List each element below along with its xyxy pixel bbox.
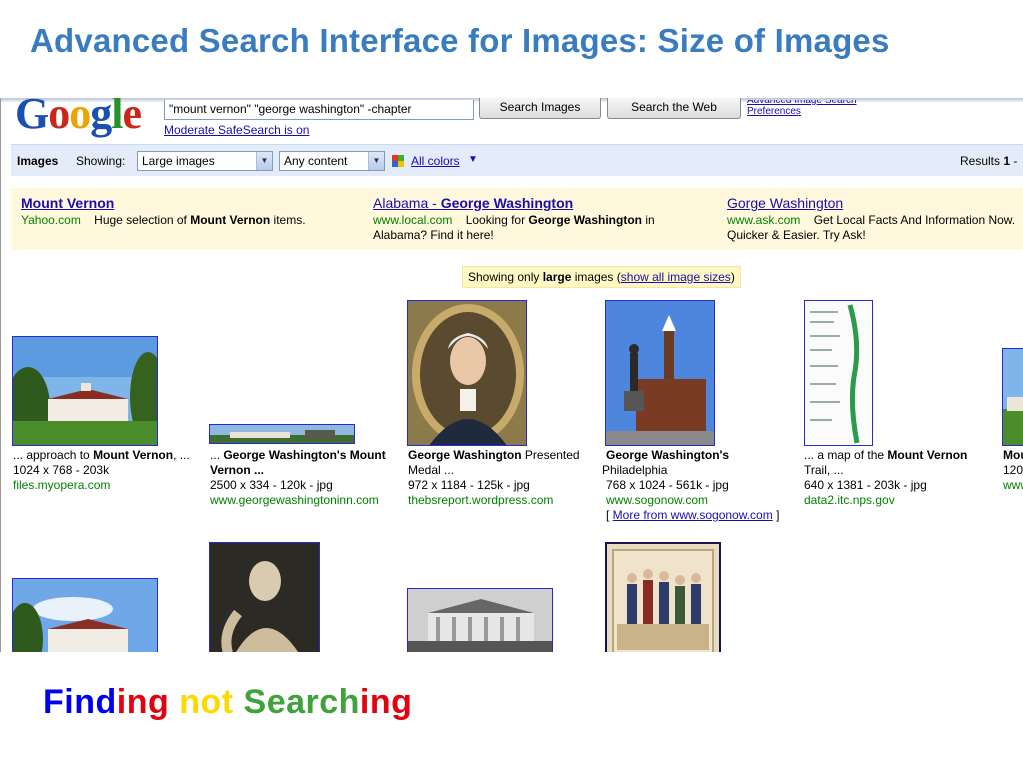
sponsored-links: Mount Vernon Yahoo.com Huge selection of… — [11, 188, 1023, 250]
show-all-sizes-link[interactable]: show all image sizes — [621, 270, 731, 284]
google-logo[interactable]: Google — [15, 98, 142, 136]
all-colors-link[interactable]: All colors — [411, 154, 460, 168]
more-from-site-link[interactable]: More from www.sogonow.com — [613, 508, 773, 522]
result-meta: 1024 x 768 - 203k — [13, 463, 110, 477]
result-caption: ... a map of the Mount Vernon Trail, ...… — [804, 448, 996, 508]
search-input[interactable]: "mount vernon" "george washington" -chap… — [164, 100, 474, 120]
result-thumbnail[interactable] — [804, 300, 873, 446]
result-title[interactable]: George Washington Presented Medal ... — [408, 448, 600, 478]
content-type-value: Any content — [284, 154, 348, 168]
color-palette-icon — [392, 155, 404, 167]
result-title[interactable]: ... George Washington's Mount Vernon ... — [210, 448, 402, 478]
header-links: Advanced Image Search Preferences — [747, 100, 857, 117]
ad-title-link[interactable]: Mount Vernon — [21, 196, 361, 211]
ad-title-link[interactable]: Gorge Washington — [727, 196, 1023, 211]
result-thumbnail[interactable] — [407, 588, 553, 652]
image-size-value: Large images — [142, 154, 215, 168]
result-thumbnail[interactable] — [209, 424, 355, 444]
preferences-link[interactable]: Preferences — [747, 106, 801, 117]
result-thumbnail[interactable] — [605, 542, 721, 652]
result-subtitle: Philadelphia — [602, 463, 668, 477]
result-url: thebsreport.wordpress.com — [408, 493, 554, 507]
result-caption: George Washington Presented Medal ... 97… — [408, 448, 600, 508]
result-url: www.sogonow.com — [606, 493, 709, 507]
result-thumbnail[interactable] — [12, 336, 158, 446]
results-count: Results 1 - — [960, 154, 1018, 168]
search-web-button[interactable]: Search the Web — [607, 98, 741, 119]
ad-url: www.ask.com — [727, 213, 801, 227]
image-size-select[interactable]: Large images ▼ — [137, 151, 273, 171]
result-caption: ... George Washington's Mount Vernon ...… — [210, 448, 402, 508]
result-url: files.myopera.com — [13, 478, 111, 492]
result-thumbnail[interactable] — [1002, 348, 1023, 446]
ad-url: Yahoo.com — [21, 213, 81, 227]
result-meta: 640 x 1381 - 203k - jpg — [804, 478, 927, 492]
dropdown-triangle-icon[interactable]: ▼ — [468, 154, 478, 165]
result-thumbnail[interactable] — [12, 578, 158, 652]
ad-mount-vernon: Mount Vernon Yahoo.com Huge selection of… — [21, 196, 361, 228]
result-thumbnail[interactable] — [605, 300, 715, 446]
result-thumbnail[interactable] — [407, 300, 527, 446]
ad-url: www.local.com — [373, 213, 453, 227]
safesearch-status: Moderate SafeSearch is on — [164, 123, 309, 137]
safesearch-link[interactable]: Moderate SafeSearch is on — [164, 123, 309, 137]
ad-gorge-washington: Gorge Washington www.ask.com Get Local F… — [727, 196, 1023, 243]
result-caption: ... approach to Mount Vernon, ... 1024 x… — [13, 448, 205, 493]
result-title[interactable]: Mou — [1003, 448, 1023, 463]
chevron-down-icon: ▼ — [256, 152, 272, 170]
images-label: Images — [17, 154, 59, 168]
result-thumbnail[interactable] — [209, 542, 320, 652]
ad-title-link[interactable]: Alabama - George Washington — [373, 196, 693, 211]
result-meta: 120 — [1003, 463, 1023, 477]
result-meta: 972 x 1184 - 125k - jpg — [408, 478, 530, 492]
result-meta: 768 x 1024 - 561k - jpg — [606, 478, 729, 492]
result-title[interactable]: George Washington's — [606, 448, 798, 463]
chevron-down-icon: ▼ — [368, 152, 384, 170]
result-title[interactable]: ... a map of the Mount Vernon Trail, ... — [804, 448, 996, 478]
result-url: www — [1003, 478, 1023, 492]
content-type-select[interactable]: Any content ▼ — [279, 151, 385, 171]
more-from-site: [ More from www.sogonow.com ] — [606, 508, 780, 522]
result-url: data2.itc.nps.gov — [804, 493, 895, 507]
showing-label: Showing: — [76, 154, 126, 168]
result-url: www.georgewashingtoninn.com — [210, 493, 379, 507]
finding-not-searching-tagline: Finding not Searching — [43, 683, 413, 721]
result-caption: Mou 120 www — [1003, 448, 1023, 493]
result-title[interactable]: ... approach to Mount Vernon, ... — [13, 448, 205, 463]
slide-title: Advanced Search Interface for Images: Si… — [30, 22, 890, 59]
result-caption: George Washington's Philadelphia 768 x 1… — [602, 448, 798, 523]
google-image-search-screenshot: Google "mount vernon" "george washington… — [0, 98, 1023, 652]
image-filter-bar: Images Showing: Large images ▼ Any conte… — [11, 144, 1023, 176]
ad-alabama-george-washington: Alabama - George Washington www.local.co… — [373, 196, 693, 243]
search-images-button[interactable]: Search Images — [479, 98, 601, 119]
result-meta: 2500 x 334 - 120k - jpg — [210, 478, 333, 492]
size-filter-notice: Showing only large images (show all imag… — [462, 266, 741, 288]
